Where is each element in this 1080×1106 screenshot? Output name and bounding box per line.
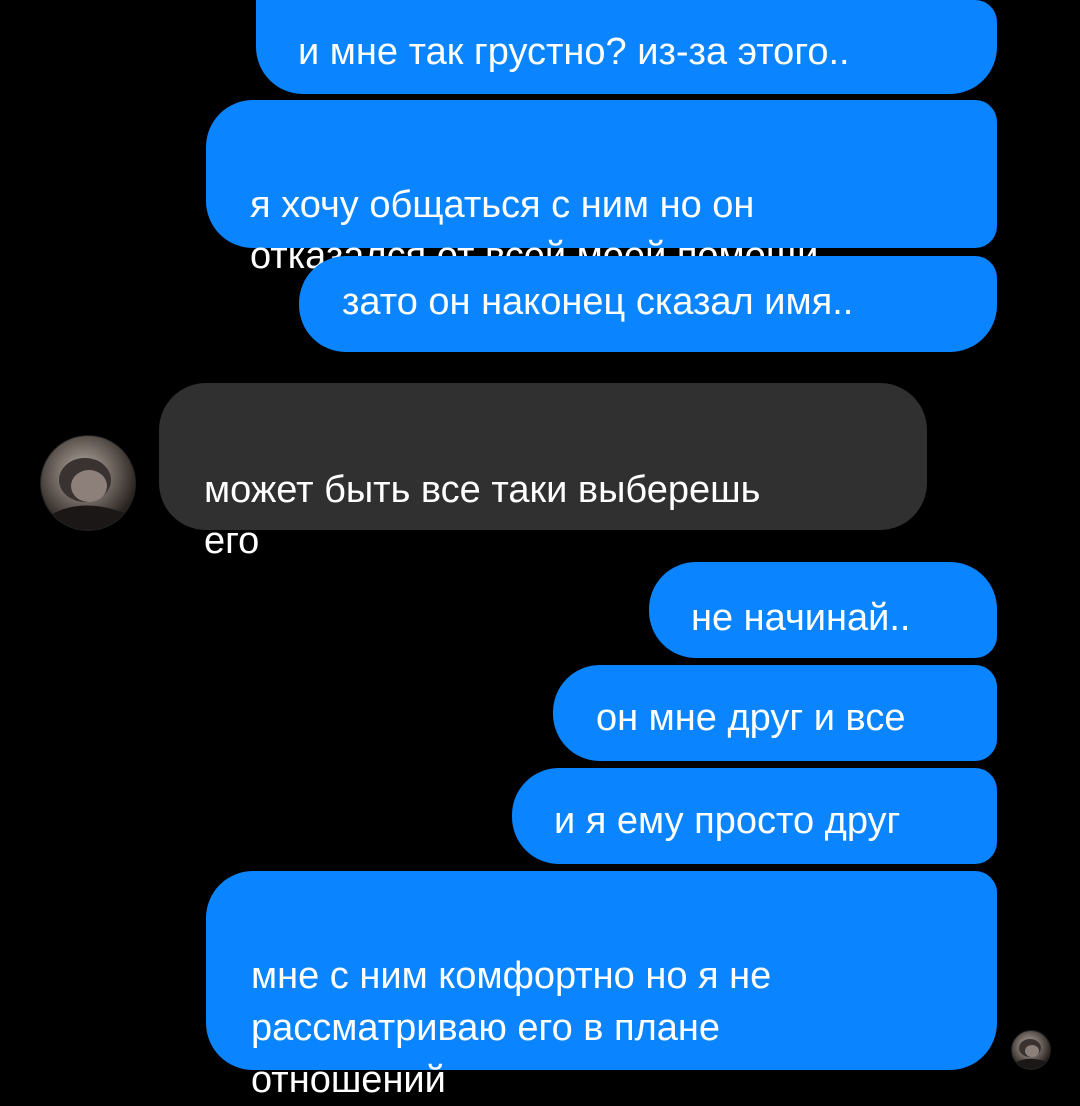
message-bubble-outgoing[interactable]: и я ему просто друг [512, 768, 997, 864]
message-text: зато он наконец сказал имя.. [342, 281, 854, 323]
message-bubble-outgoing[interactable]: не начинай.. [649, 562, 997, 658]
message-bubble-outgoing[interactable]: и мне так грустно? из-за этого.. [256, 0, 997, 94]
message-text: и я ему просто друг [554, 800, 901, 842]
message-text: мне с ним комфортно но я не рассматриваю… [251, 955, 772, 1101]
message-text: он мне друг и все [596, 697, 906, 739]
message-text: может быть все таки выберешь его [204, 469, 761, 562]
message-bubble-incoming[interactable]: может быть все таки выберешь его [159, 383, 927, 562]
message-bubble-outgoing[interactable]: я хочу общаться с ним но он отказался от… [206, 100, 997, 277]
message-bubble-outgoing[interactable]: он мне друг и все [553, 665, 997, 761]
contact-avatar-icon[interactable] [40, 435, 136, 531]
message-text: и мне так грустно? из-за этого.. [298, 31, 850, 73]
read-receipt-avatar-icon [1011, 1030, 1051, 1070]
message-bubble-outgoing[interactable]: мне с ним комфортно но я не рассматриваю… [206, 871, 997, 1101]
message-bubble-outgoing[interactable]: зато он наконец сказал имя.. [299, 256, 997, 352]
message-text: не начинай.. [691, 597, 911, 639]
